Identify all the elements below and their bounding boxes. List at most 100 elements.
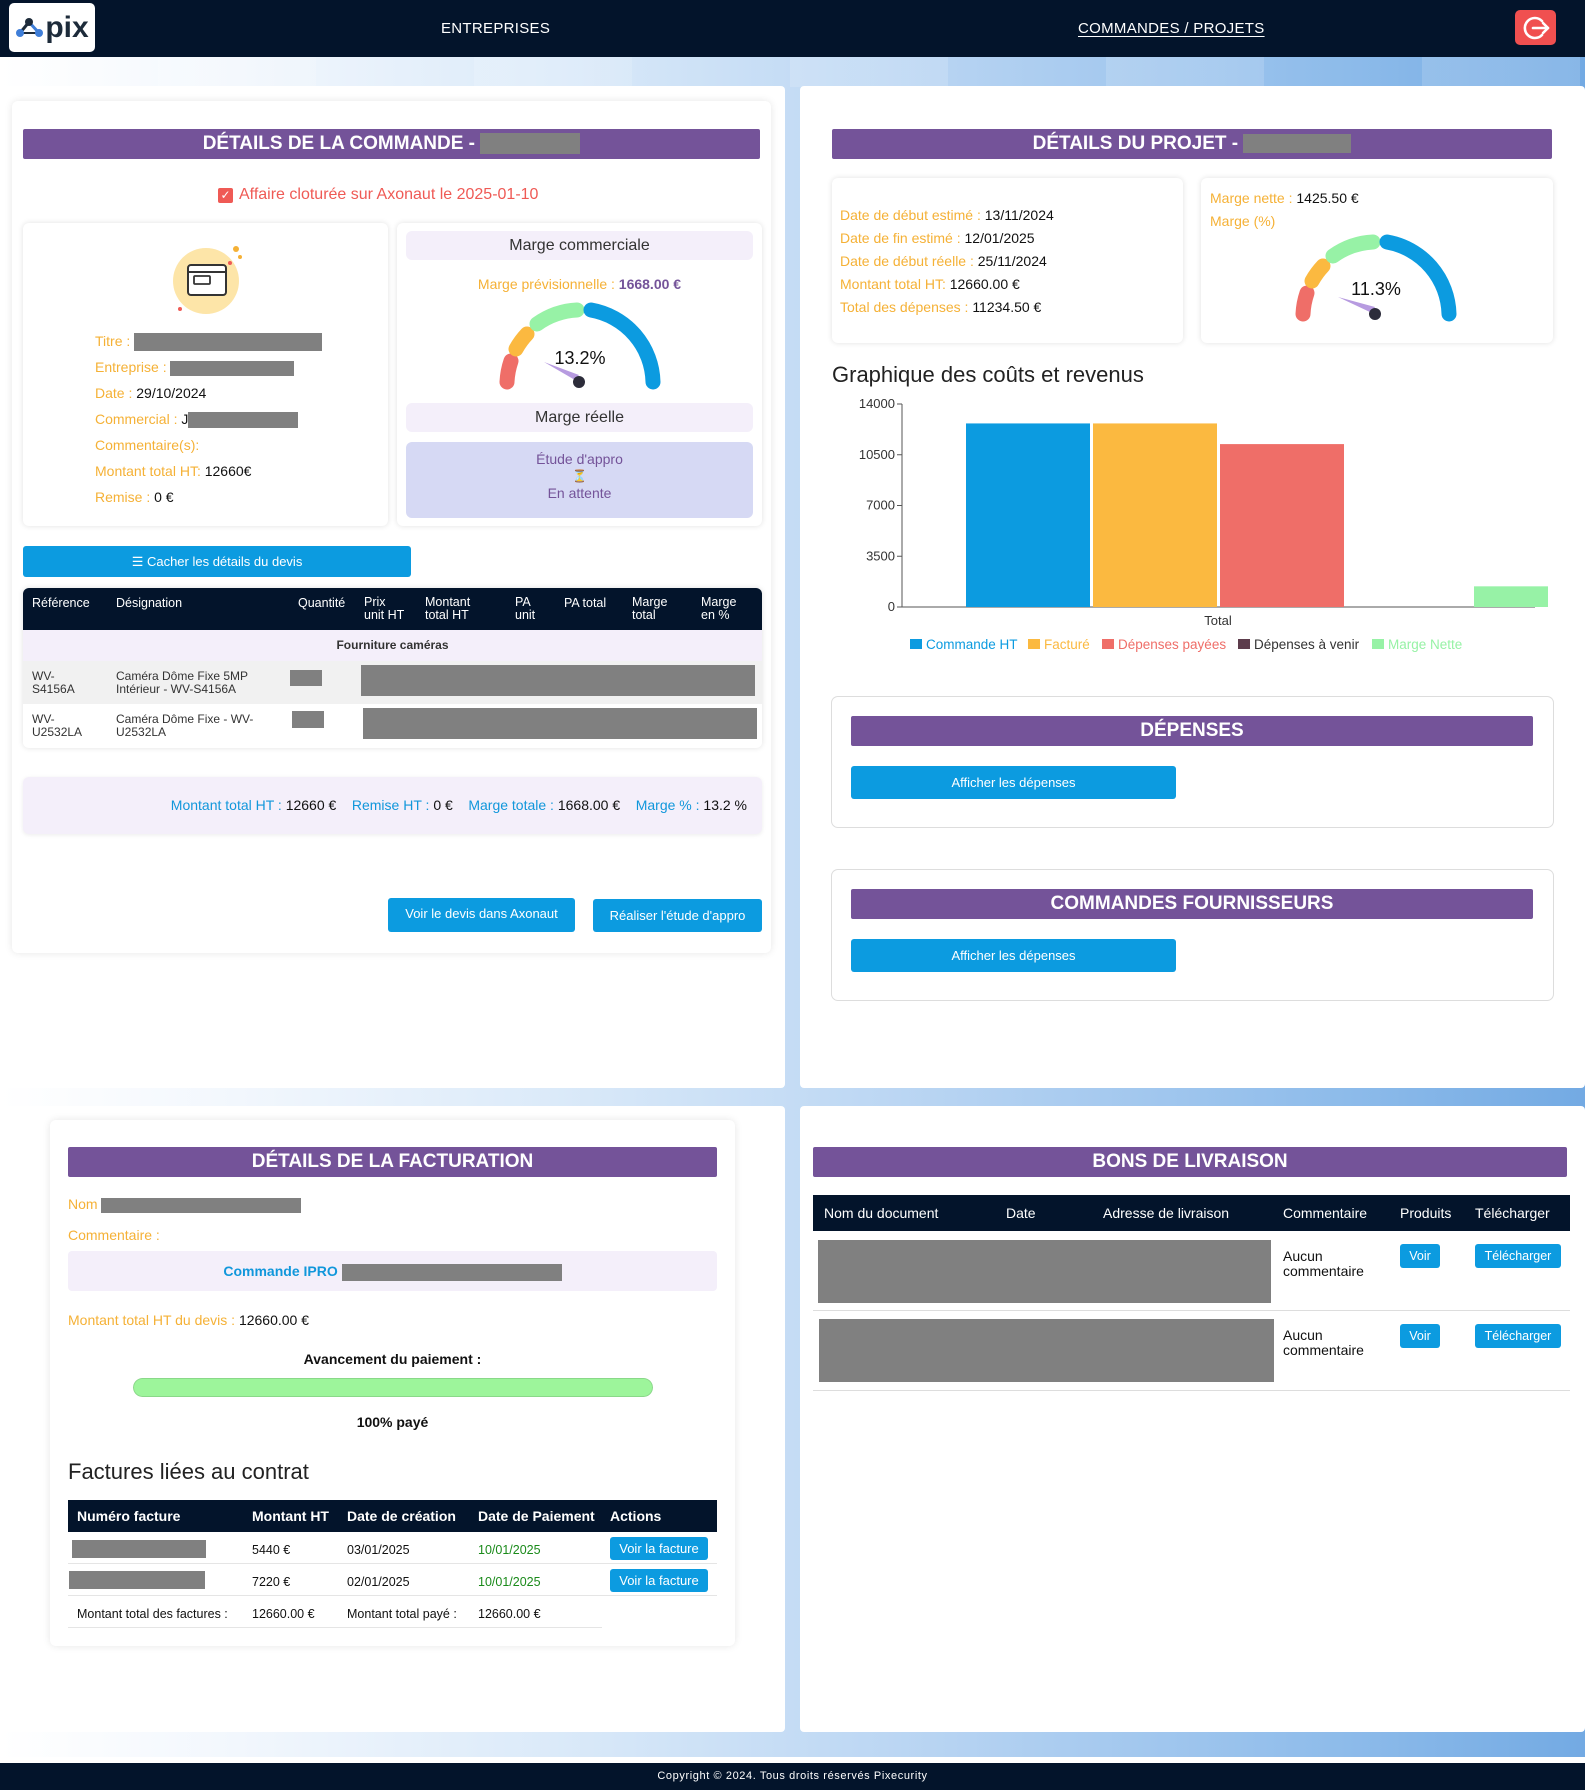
chart-legend-swatch	[1102, 639, 1114, 649]
date-row: Date : 29/10/2024	[95, 385, 207, 401]
th-pa-unit: PA unit	[515, 595, 536, 622]
redacted-prices	[361, 665, 755, 696]
checkbox-checked-icon: ✓	[218, 187, 233, 203]
chart-y-tick-label: 0	[888, 599, 895, 614]
remise-row: Remise : 0 €	[95, 489, 174, 505]
devis-table-card: Référence Désignation Quantité Prix unit…	[23, 588, 762, 748]
top-navbar	[0, 0, 1585, 57]
hourglass-icon: ⏳	[572, 469, 587, 483]
voir-produits-button[interactable]: Voir	[1400, 1324, 1440, 1348]
voir-devis-axonaut-button[interactable]: Voir le devis dans Axonaut	[388, 898, 575, 932]
payment-progress-bar	[133, 1378, 653, 1397]
redacted-projet-name	[1243, 134, 1352, 154]
redacted-nom	[101, 1197, 302, 1213]
devis-group-row: Fourniture caméras	[23, 630, 762, 661]
chart-legend-swatch	[1028, 639, 1040, 649]
fournisseurs-title: COMMANDES FOURNISSEURS	[851, 889, 1533, 919]
closed-notice-text: Affaire cloturée sur Axonaut le 2025-01-…	[239, 186, 539, 203]
factures-table-header: Numéro facture Montant HT Date de créati…	[68, 1500, 717, 1532]
chart-x-tick-label: Total	[1204, 613, 1232, 628]
chart-bar-d-penses-pay-es	[1220, 444, 1344, 607]
redacted-commande-name	[480, 133, 581, 155]
afficher-depenses-button[interactable]: Afficher les dépenses	[851, 766, 1176, 799]
redacted-entreprise	[170, 360, 295, 376]
th-reference: Référence	[32, 596, 90, 610]
redacted-document	[818, 1240, 1271, 1303]
montant-devis-row: Montant total HT du devis : 12660.00 €	[68, 1312, 310, 1328]
livraison-table-header: Nom du document Date Adresse de livraiso…	[813, 1195, 1570, 1231]
footer: Copyright © 2024. Tous droits réservés P…	[0, 1763, 1585, 1790]
redacted-commercial	[188, 412, 299, 429]
th-pa-total: PA total	[564, 596, 607, 610]
chart-bar-marge-nette	[1474, 586, 1548, 607]
th-prix-unit: Prix unit HT	[364, 595, 405, 622]
redacted-document	[819, 1319, 1274, 1382]
titre-row: Titre :	[95, 328, 385, 354]
chart-bar-commande-ht	[966, 423, 1090, 607]
closed-notice: ✓ Affaire cloturée sur Axonaut le 2025-0…	[218, 186, 538, 204]
chart-legend-label: Facturé	[1044, 637, 1090, 652]
marge-reelle-title: Marge réelle	[406, 403, 753, 432]
folder-illustration-icon	[168, 243, 244, 315]
devis-table-header: Référence Désignation Quantité Prix unit…	[23, 588, 762, 630]
redacted-numero	[69, 1571, 205, 1589]
chart-legend-swatch	[1238, 639, 1250, 649]
commande-info-list: Titre : Entreprise : Date : 29/10/2024 C…	[95, 328, 385, 510]
livraison-row: Aucun commentaire Voir Télécharger	[813, 1311, 1570, 1391]
logo-network-icon	[16, 17, 44, 37]
afficher-fournisseurs-button[interactable]: Afficher les dépenses	[851, 939, 1176, 972]
montant-row: Montant total HT: 12660€	[95, 463, 252, 479]
commentaire-row: Commentaire(s):	[95, 437, 200, 453]
redacted-titre	[134, 333, 323, 352]
costs-revenue-chart: 0 3500 7000 10500 14000 Total Commande HT Factu…	[859, 396, 1548, 652]
logo-text: pix	[45, 10, 89, 44]
progress-text: 100% payé	[356, 1414, 429, 1430]
commande-title-bar: DÉTAILS DE LA COMMANDE -	[23, 129, 760, 159]
th-quantite: Quantité	[298, 596, 346, 610]
redacted-prices	[363, 708, 757, 739]
chart-y-tick-label: 10500	[859, 447, 895, 462]
entreprise-row: Entreprise :	[95, 354, 385, 380]
commande-gauge	[499, 302, 661, 390]
telecharger-button[interactable]: Télécharger	[1475, 1324, 1561, 1348]
chart-legend-swatch	[910, 639, 922, 649]
commande-gauge-value: 13.2%	[554, 348, 606, 368]
voir-facture-button[interactable]: Voir la facture	[610, 1537, 708, 1560]
nav-entreprises[interactable]: ENTREPRISES	[441, 20, 550, 37]
logout-icon	[1523, 16, 1549, 39]
commande-title: DÉTAILS DE LA COMMANDE -	[202, 133, 476, 154]
marge-commerciale-title: Marge commerciale	[406, 231, 753, 260]
devis-row: WV-U2532LA Caméra Dôme Fixe - WV-U2532LA	[23, 704, 762, 747]
etude-appro-status: Étude d'appro ⏳ En attente	[406, 442, 753, 518]
livraison-title: BONS DE LIVRAISON	[813, 1147, 1567, 1177]
redacted-numero	[72, 1540, 206, 1558]
realiser-etude-appro-button[interactable]: Réaliser l'étude d'appro	[593, 899, 762, 932]
depenses-title: DÉPENSES	[851, 716, 1533, 746]
nav-commandes-projets[interactable]: COMMANDES / PROJETS	[1078, 20, 1265, 37]
chart-legend-label: Dépenses à venir	[1254, 637, 1360, 652]
chart-y-tick-label: 7000	[866, 498, 895, 513]
chart-bar-factur-	[1093, 423, 1217, 607]
redacted-quantite	[290, 670, 322, 686]
voir-produits-button[interactable]: Voir	[1400, 1244, 1440, 1268]
projet-dates-list: Date de début estimé : 13/11/2024 Date d…	[840, 207, 1054, 315]
voir-facture-button[interactable]: Voir la facture	[610, 1569, 708, 1592]
chart-legend-label: Commande HT	[926, 637, 1018, 652]
nom-row: Nom :	[68, 1196, 302, 1213]
pix-logo[interactable]: pix	[9, 3, 95, 52]
chart-heading: Graphique des coûts et revenus	[832, 362, 1144, 387]
logout-button[interactable]	[1515, 10, 1556, 45]
chart-y-tick-label: 3500	[866, 548, 895, 563]
commande-summary: Montant total HT : 12660 € Remise HT : 0…	[23, 777, 762, 834]
telecharger-button[interactable]: Télécharger	[1475, 1244, 1561, 1268]
projet-gauge-value: 11.3%	[1351, 279, 1401, 299]
avancement-label: Avancement du paiement :	[303, 1351, 482, 1367]
toggle-devis-details-button[interactable]: ☰ Cacher les détails du devis	[23, 546, 411, 577]
commercial-row: Commercial : J	[95, 406, 385, 432]
projet-title-bar: DÉTAILS DU PROJET -	[832, 129, 1552, 159]
chart-y-tick-label: 14000	[859, 396, 895, 411]
facture-row: 5440 € 03/01/2025 10/01/2025 Voir la fac…	[68, 1532, 717, 1564]
projet-title: DÉTAILS DU PROJET -	[1032, 133, 1239, 154]
background-band	[0, 57, 1585, 87]
commande-ipro-row: Commande IPRO	[68, 1251, 717, 1291]
